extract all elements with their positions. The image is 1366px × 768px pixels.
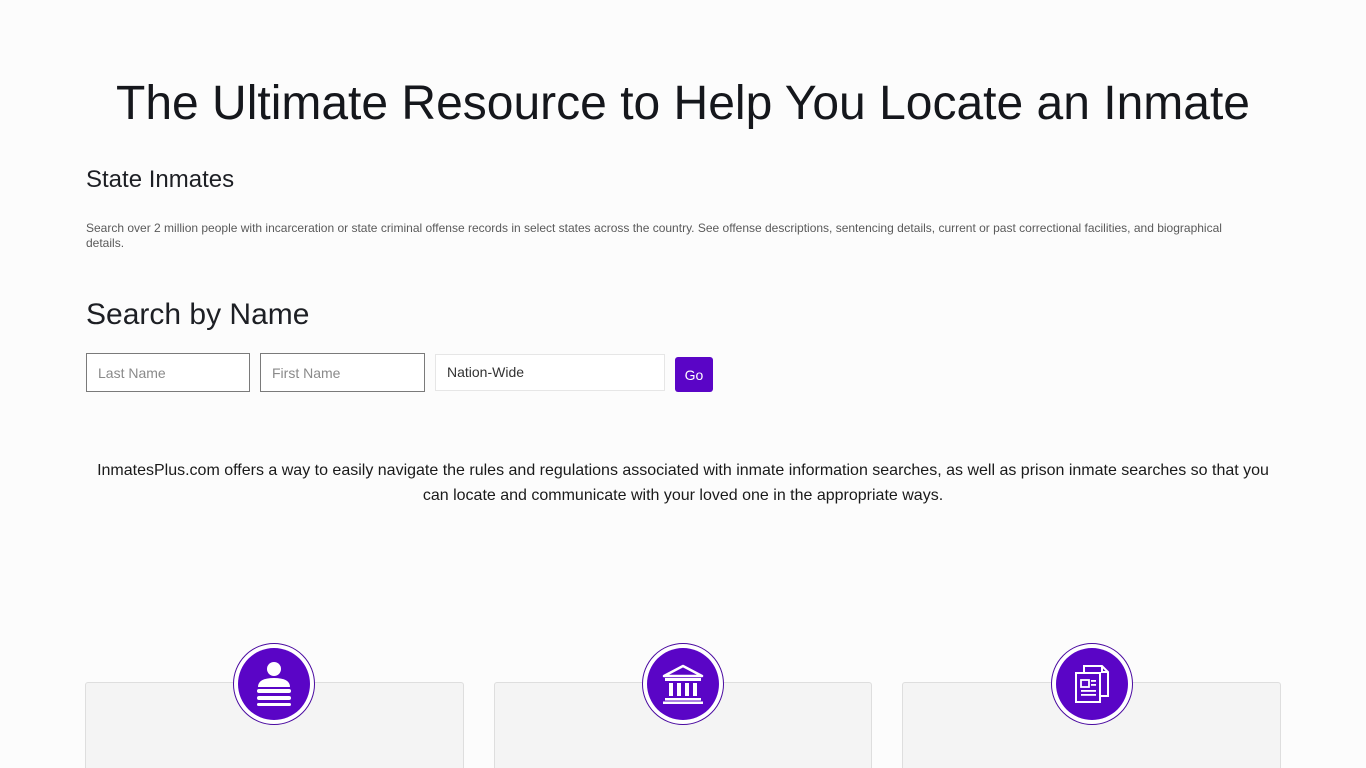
state-inmates-heading: State Inmates (86, 166, 235, 193)
documents-icon (1075, 665, 1109, 703)
intro-text: InmatesPlus.com offers a way to easily n… (97, 462, 1269, 504)
courthouse-icon (662, 664, 704, 704)
documents-badge (1051, 643, 1133, 725)
scope-select[interactable]: Nation-Wide (435, 354, 665, 391)
search-by-name-heading: Search by Name (86, 298, 310, 331)
inmate-person-icon (257, 662, 291, 706)
page: The Ultimate Resource to Help You Locate… (0, 0, 1366, 768)
last-name-input[interactable] (86, 353, 250, 392)
courthouse-badge (642, 643, 724, 725)
state-inmates-description: Search over 2 million people with incarc… (86, 221, 1222, 250)
first-name-input[interactable] (260, 353, 425, 392)
scope-select-value: Nation-Wide (447, 364, 525, 380)
inmate-badge (233, 643, 315, 725)
go-button[interactable]: Go (675, 357, 713, 392)
page-title: The Ultimate Resource to Help You Locate… (116, 77, 1250, 130)
